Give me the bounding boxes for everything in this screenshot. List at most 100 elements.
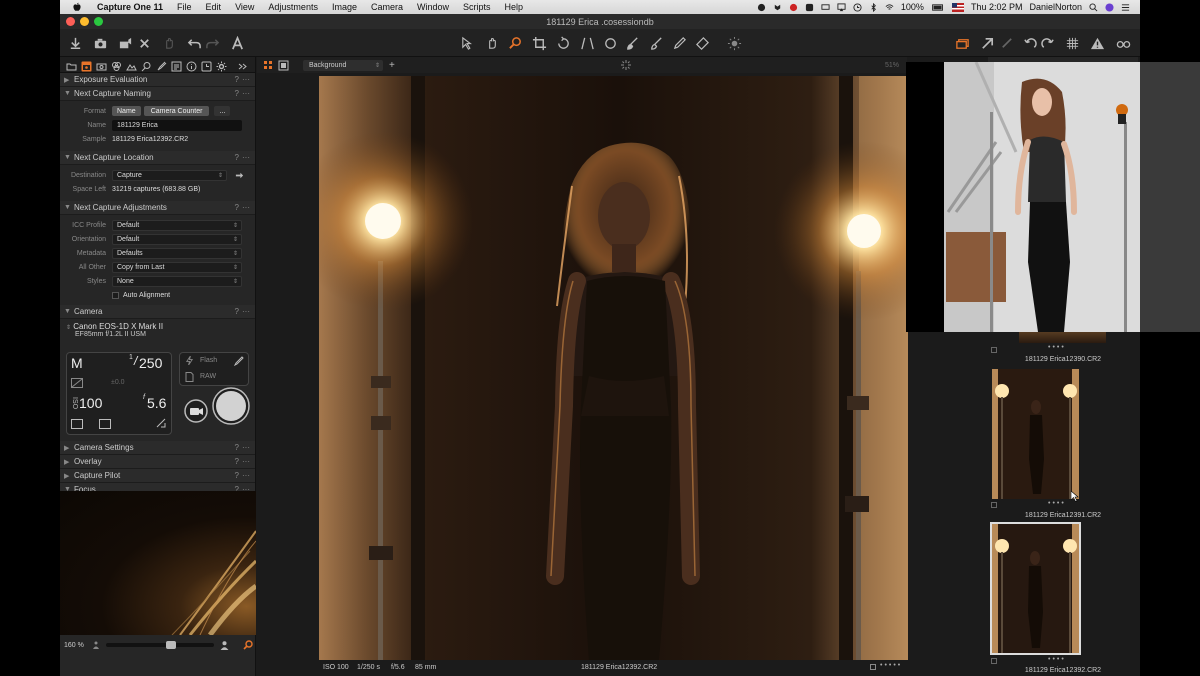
apple-icon[interactable]: [72, 2, 82, 12]
menu-image[interactable]: Image: [325, 2, 364, 12]
shooting-mode[interactable]: M: [71, 355, 83, 371]
iso-value[interactable]: 100: [79, 395, 102, 411]
tab-settings[interactable]: [216, 59, 227, 72]
section-next-capture-location[interactable]: ▼ Next Capture Location? ···: [60, 151, 255, 165]
copy-adjustments-button[interactable]: [997, 34, 1015, 52]
metadata-select[interactable]: Defaults ⇕: [112, 247, 242, 259]
section-camera-settings[interactable]: ▶ Camera Settings? ···: [60, 441, 255, 455]
help-icon[interactable]: ?: [235, 307, 239, 316]
orientation-select[interactable]: Default ⇕: [112, 233, 242, 245]
menubar-clock[interactable]: Thu 2:02 PM: [971, 2, 1023, 12]
format-edit-button[interactable]: ...: [214, 106, 231, 116]
menu-window[interactable]: Window: [410, 2, 456, 12]
gradient-tool[interactable]: [647, 34, 665, 52]
thumb-rating[interactable]: ••••: [1048, 344, 1066, 351]
grid-button[interactable]: [1063, 34, 1081, 52]
zoom-window-button[interactable]: [94, 17, 103, 26]
tab-details[interactable]: [141, 59, 152, 72]
text-annotation-button[interactable]: [228, 34, 246, 52]
shutter-speed[interactable]: 250: [139, 355, 162, 371]
aperture-value[interactable]: 5.6: [147, 395, 166, 411]
capture-shutter-button[interactable]: [212, 387, 250, 425]
menu-file[interactable]: File: [170, 2, 199, 12]
background-select[interactable]: Background ⇕: [303, 59, 383, 71]
format-token-camera-counter[interactable]: Camera Counter: [143, 106, 210, 116]
proof-button[interactable]: [1114, 34, 1132, 52]
notification-center-icon[interactable]: [1121, 3, 1130, 12]
redo-button[interactable]: [203, 34, 221, 52]
flag-icon[interactable]: [951, 2, 964, 12]
tab-output[interactable]: [171, 59, 182, 72]
hand-reset-button[interactable]: [160, 34, 178, 52]
section-next-capture-naming[interactable]: ▼ Next Capture Naming? ···: [60, 87, 255, 101]
menubar-user[interactable]: DanielNorton: [1029, 2, 1082, 12]
zoom-tool[interactable]: [506, 34, 524, 52]
white-balance-icon[interactable]: [99, 419, 111, 429]
tab-metadata[interactable]: [186, 59, 197, 72]
thumb-rating[interactable]: ••••: [1048, 656, 1066, 663]
thumb-rating[interactable]: ••••: [1048, 500, 1066, 507]
annotate-tool[interactable]: [725, 34, 743, 52]
airplay-icon[interactable]: [837, 2, 846, 12]
more-icon[interactable]: ···: [242, 153, 250, 162]
app-status-icon[interactable]: [805, 3, 814, 12]
more-icon[interactable]: ···: [242, 203, 250, 212]
help-icon[interactable]: ?: [235, 75, 239, 84]
more-icon[interactable]: ···: [242, 443, 250, 452]
tab-local-adjustments[interactable]: [156, 59, 167, 71]
wifi-icon[interactable]: [885, 3, 894, 12]
thumbnail[interactable]: [992, 369, 1079, 499]
slider-thumb[interactable]: [166, 641, 176, 649]
undo-button[interactable]: [185, 34, 203, 52]
rotate-left-button[interactable]: [1021, 34, 1039, 52]
flash-label[interactable]: Flash: [200, 357, 217, 364]
tab-lens[interactable]: [96, 59, 107, 71]
eyedropper-icon[interactable]: [234, 356, 244, 366]
close-window-button[interactable]: [66, 17, 75, 26]
section-camera[interactable]: ▼ Camera? ···: [60, 305, 255, 319]
add-icon[interactable]: +: [389, 60, 395, 71]
format-token-name[interactable]: Name: [112, 106, 141, 116]
focus-zoom-slider[interactable]: [106, 641, 214, 649]
rotate-right-button[interactable]: [1038, 34, 1056, 52]
crop-tool[interactable]: [530, 34, 548, 52]
time-machine-icon[interactable]: [853, 2, 862, 12]
output-button[interactable]: [116, 34, 134, 52]
icc-profile-select[interactable]: Default ⇕: [112, 219, 242, 231]
image-viewer[interactable]: [257, 73, 919, 660]
name-input[interactable]: 181129 Erica: [112, 119, 242, 131]
thumb-checkbox[interactable]: [991, 347, 997, 353]
all-other-select[interactable]: Copy from Last ⇕: [112, 261, 242, 273]
menu-help[interactable]: Help: [498, 2, 531, 12]
single-view-icon[interactable]: [278, 60, 289, 71]
eraser-tool[interactable]: [693, 34, 711, 52]
more-tabs-button[interactable]: [237, 59, 248, 70]
more-icon[interactable]: ···: [242, 75, 250, 84]
help-icon[interactable]: ?: [235, 471, 239, 480]
live-view-button[interactable]: [184, 399, 208, 423]
tab-color[interactable]: [111, 59, 122, 71]
minimize-window-button[interactable]: [80, 17, 89, 26]
help-icon[interactable]: ?: [235, 153, 239, 162]
select-tool[interactable]: [458, 34, 476, 52]
tab-exposure[interactable]: [126, 59, 137, 71]
creative-cloud-icon[interactable]: [789, 3, 798, 12]
menu-scripts[interactable]: Scripts: [456, 2, 498, 12]
rotate-tool[interactable]: [554, 34, 572, 52]
more-icon[interactable]: ···: [242, 457, 250, 466]
pan-tool[interactable]: [483, 34, 501, 52]
reveal-arrow-icon[interactable]: [235, 171, 244, 180]
layers-button[interactable]: [953, 34, 971, 52]
apply-adjustments-button[interactable]: [978, 34, 996, 52]
more-icon[interactable]: ···: [242, 307, 250, 316]
section-next-capture-adjustments[interactable]: ▼ Next Capture Adjustments? ···: [60, 201, 255, 215]
help-icon[interactable]: ?: [235, 443, 239, 452]
exposure-warning-button[interactable]: [1088, 34, 1106, 52]
focus-search-icon[interactable]: [243, 640, 253, 650]
tab-batch[interactable]: [201, 59, 212, 72]
cloud-icon[interactable]: [757, 3, 766, 12]
help-icon[interactable]: ?: [235, 89, 239, 98]
grid-view-icon[interactable]: [263, 60, 274, 71]
drive-mode-icon[interactable]: [155, 417, 167, 429]
main-photo[interactable]: [319, 76, 919, 660]
